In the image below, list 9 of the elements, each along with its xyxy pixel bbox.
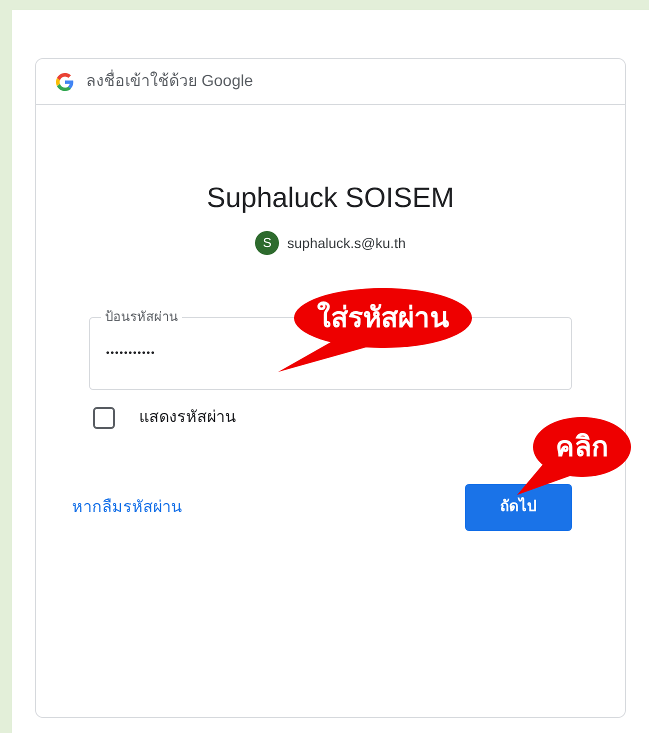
avatar: S bbox=[255, 231, 280, 255]
next-button[interactable]: ถัดไป bbox=[465, 484, 572, 531]
account-name: Suphaluck SOISEM bbox=[206, 181, 454, 215]
checkbox-label: แสดงรหัสผ่าน bbox=[139, 408, 236, 428]
google-logo-icon bbox=[56, 72, 74, 90]
card-header-title: ลงชื่อเข้าใช้ด้วย Google bbox=[86, 70, 254, 94]
forgot-password-link[interactable]: หากลืมรหัสผ่าน bbox=[72, 496, 182, 520]
checkbox[interactable] bbox=[93, 407, 115, 429]
account-email: suphaluck.s@ku.th bbox=[287, 234, 406, 253]
